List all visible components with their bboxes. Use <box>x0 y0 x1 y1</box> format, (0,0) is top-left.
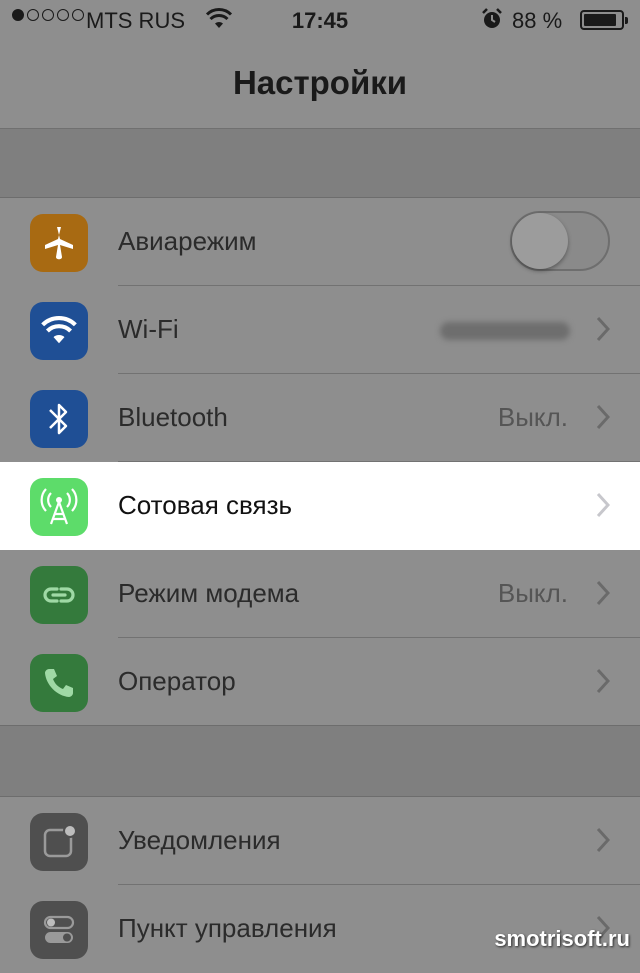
row-label: Авиарежим <box>118 226 257 256</box>
settings-row-wifi[interactable]: Wi-Fi <box>0 286 640 374</box>
section-spacer <box>0 129 640 197</box>
row-label: Уведомления <box>118 825 281 855</box>
watermark: smotrisoft.ru <box>494 926 630 951</box>
settings-row-bluetooth[interactable]: Bluetooth Выкл. <box>0 374 640 462</box>
row-value: Выкл. <box>497 402 568 432</box>
phone-icon <box>30 654 88 712</box>
alarm-icon <box>481 8 503 36</box>
row-label: Пункт управления <box>118 913 337 943</box>
notifications-icon <box>30 813 88 871</box>
row-label: Оператор <box>118 666 236 696</box>
chevron-right-icon <box>596 827 611 858</box>
wifi-icon <box>30 302 88 360</box>
settings-row-airplane-mode[interactable]: Авиарежим <box>0 198 640 286</box>
row-label: Wi-Fi <box>118 314 179 344</box>
row-label: Bluetooth <box>118 402 228 432</box>
chevron-right-icon <box>596 668 611 699</box>
settings-row-carrier[interactable]: Оператор <box>0 638 640 726</box>
chevron-right-icon <box>596 492 611 523</box>
toggle-knob <box>512 213 568 269</box>
status-bar: MTS RUS 17:45 88 % <box>0 0 640 40</box>
airplane-mode-toggle[interactable] <box>510 211 610 271</box>
chevron-right-icon <box>596 316 611 347</box>
settings-row-personal-hotspot[interactable]: Режим модема Выкл. <box>0 550 640 638</box>
personal-hotspot-icon <box>30 566 88 624</box>
row-label: Режим модема <box>118 578 300 608</box>
section-spacer <box>0 726 640 796</box>
row-value: Выкл. <box>497 578 568 608</box>
control-center-icon <box>30 901 88 959</box>
battery-percent: 88 % <box>512 8 563 33</box>
obscured-network-name <box>440 322 570 340</box>
settings-row-notifications[interactable]: Уведомления <box>0 797 640 885</box>
airplane-icon <box>30 214 88 272</box>
battery-icon <box>580 10 628 30</box>
cellular-antenna-icon <box>30 478 88 536</box>
navigation-bar: Настройки <box>0 40 640 129</box>
bluetooth-icon <box>30 390 88 448</box>
page-title: Настройки <box>232 64 408 101</box>
row-label: Сотовая связь <box>118 490 293 520</box>
chevron-right-icon <box>596 580 611 611</box>
chevron-right-icon <box>596 404 611 435</box>
settings-row-cellular[interactable]: Сотовая связь <box>0 462 640 550</box>
